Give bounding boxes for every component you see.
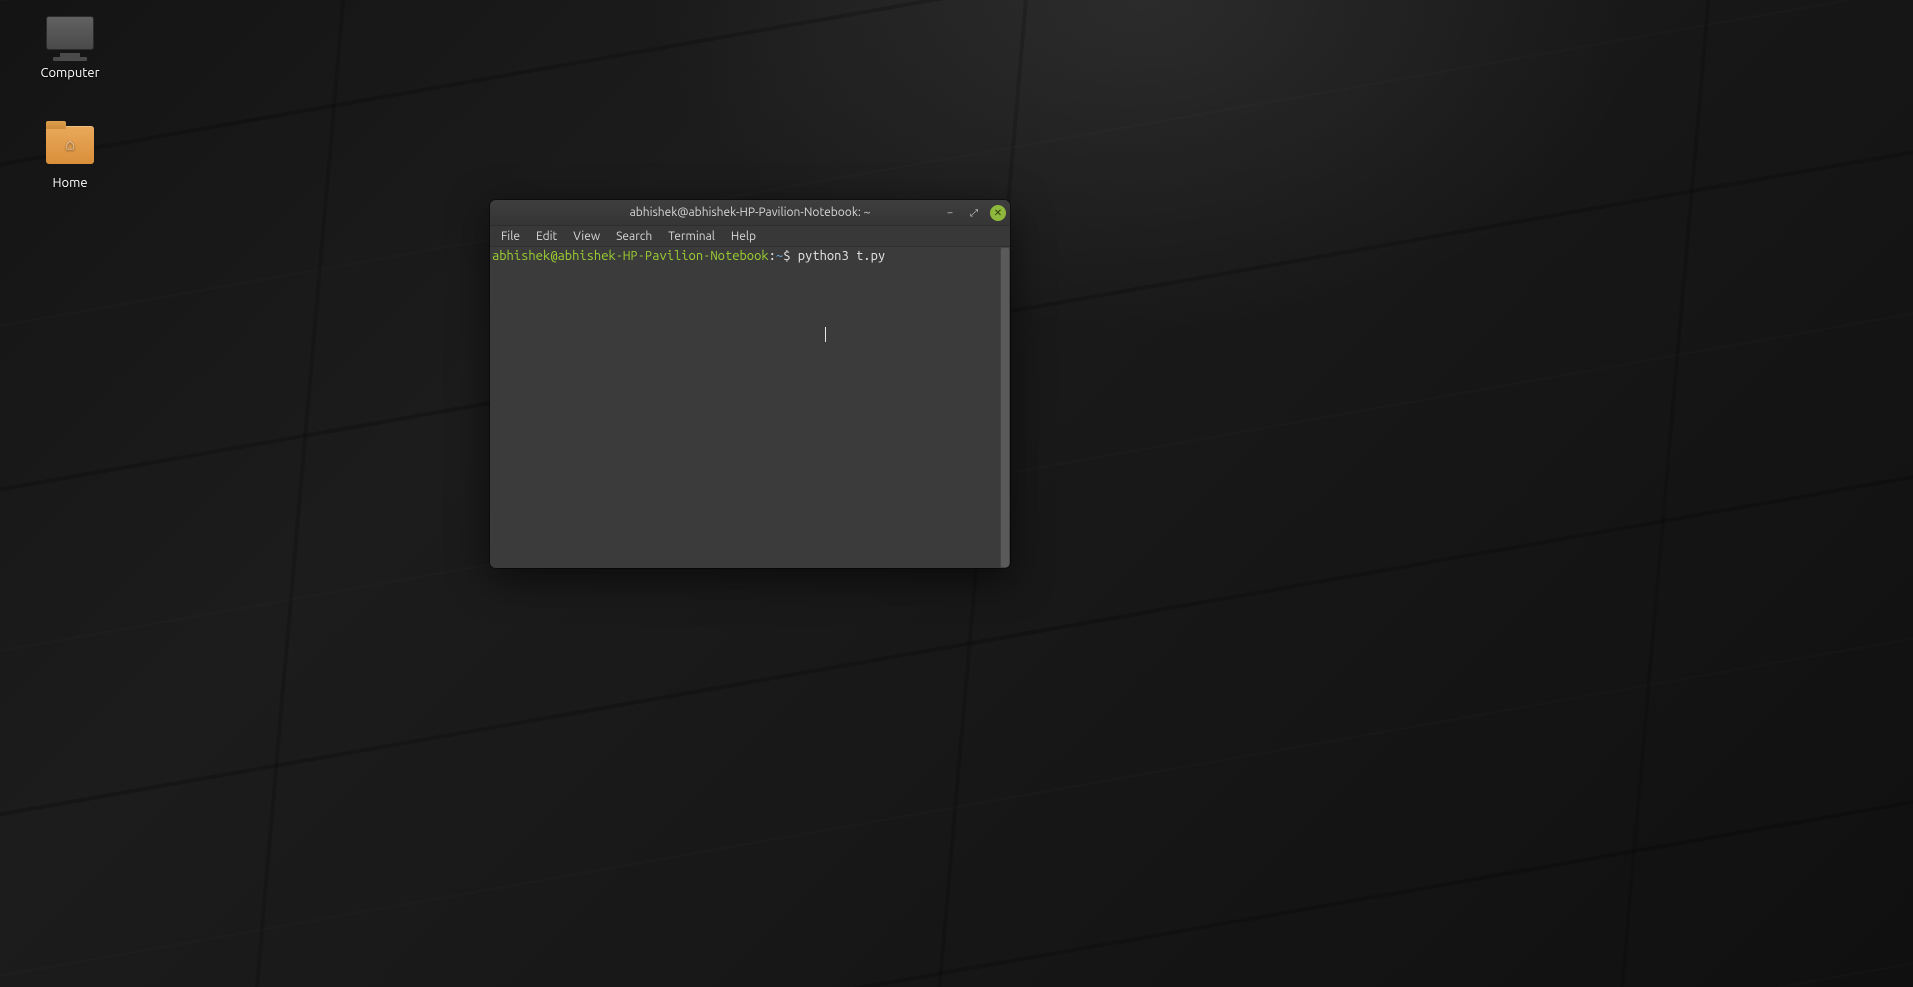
folder-icon: ⌂ <box>46 126 94 170</box>
prompt-separator: : <box>769 249 776 263</box>
menu-terminal[interactable]: Terminal <box>661 228 722 245</box>
terminal-window[interactable]: abhishek@abhishek-HP-Pavilion-Notebook: … <box>490 200 1010 568</box>
minimize-icon: – <box>948 207 953 218</box>
terminal-body[interactable]: abhishek@abhishek-HP-Pavilion-Notebook:~… <box>490 247 1010 568</box>
menu-search[interactable]: Search <box>609 228 659 245</box>
desktop-icon-label: Home <box>25 176 115 190</box>
menu-view[interactable]: View <box>566 228 607 245</box>
window-title: abhishek@abhishek-HP-Pavilion-Notebook: … <box>630 206 871 219</box>
terminal-scrollbar[interactable] <box>1000 247 1010 568</box>
maximize-icon: ⤢ <box>970 207 978 219</box>
computer-icon <box>46 16 94 60</box>
close-icon: ✕ <box>994 207 1002 219</box>
prompt-space <box>790 249 797 263</box>
window-close-button[interactable]: ✕ <box>990 205 1006 221</box>
menu-file[interactable]: File <box>494 228 527 245</box>
window-maximize-button[interactable]: ⤢ <box>966 205 982 221</box>
terminal-command: python3 t.py <box>798 249 885 263</box>
desktop-icon-label: Computer <box>25 66 115 80</box>
window-minimize-button[interactable]: – <box>942 205 958 221</box>
desktop-icon-home[interactable]: ⌂ Home <box>25 122 115 190</box>
menu-edit[interactable]: Edit <box>529 228 564 245</box>
terminal-menubar: File Edit View Search Terminal Help <box>490 226 1010 247</box>
desktop-icon-computer[interactable]: Computer <box>25 16 115 80</box>
text-cursor-icon <box>825 327 826 342</box>
terminal-line: abhishek@abhishek-HP-Pavilion-Notebook:~… <box>492 249 1010 264</box>
menu-help[interactable]: Help <box>724 228 763 245</box>
window-titlebar[interactable]: abhishek@abhishek-HP-Pavilion-Notebook: … <box>490 200 1010 226</box>
prompt-user-host: abhishek@abhishek-HP-Pavilion-Notebook <box>492 249 769 263</box>
